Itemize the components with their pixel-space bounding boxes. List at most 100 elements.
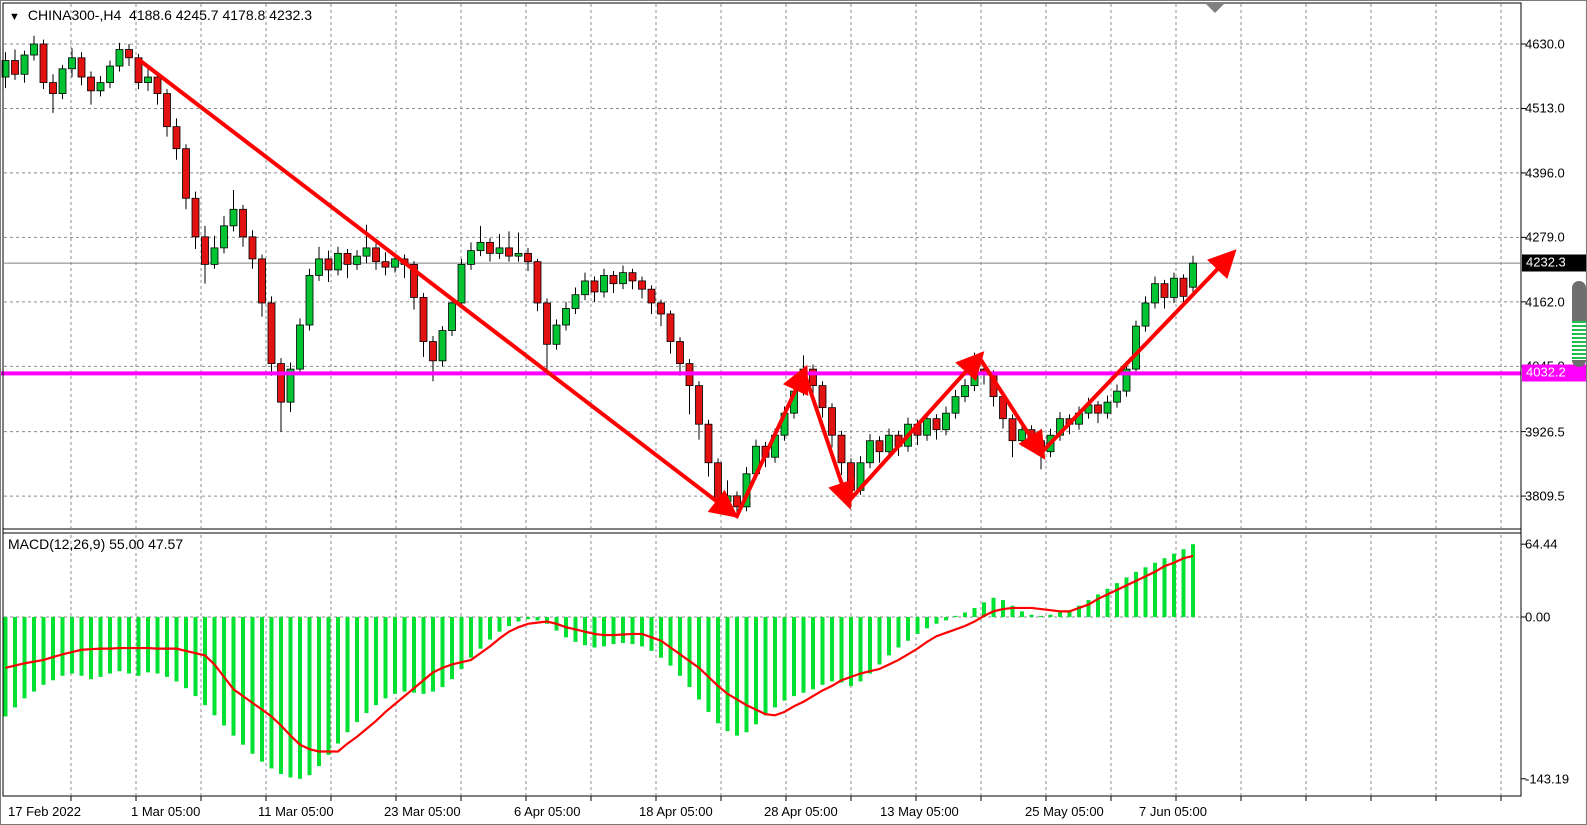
candle [306, 275, 313, 325]
candle [382, 262, 389, 268]
macd-bar [108, 617, 112, 674]
candle [667, 314, 674, 342]
candle [202, 237, 209, 265]
symbol-dropdown-icon[interactable]: ▼ [9, 11, 20, 23]
macd-bar [279, 617, 283, 774]
macd-bar [963, 612, 967, 617]
time-axis-label: 28 Apr 05:00 [764, 803, 838, 820]
price-axis-label: 3926.5 [1525, 423, 1565, 440]
macd-bar [99, 617, 103, 677]
macd-bar [222, 617, 226, 725]
candle [145, 77, 152, 83]
horizontal-line-object[interactable] [1, 371, 1521, 375]
macd-bar [536, 617, 540, 620]
macd-bar [346, 617, 350, 732]
macd-bar [203, 617, 207, 705]
macd-bar [925, 617, 929, 628]
macd-bar [127, 617, 131, 674]
hline-price-badge: 4032.2 [1522, 365, 1587, 382]
scroll-to-end-marker[interactable] [1206, 4, 1224, 13]
macd-bar [80, 617, 84, 676]
macd-bar [1134, 572, 1138, 617]
macd-bar [403, 617, 407, 692]
macd-bar [954, 616, 958, 617]
time-axis-label: 17 Feb 2022 [8, 803, 81, 820]
chart-window: ▼CHINA300-,H4 4188.6 4245.7 4178.8 4232.… [0, 0, 1587, 825]
time-axis-label: 13 May 05:00 [880, 803, 959, 820]
candle [211, 248, 218, 265]
candle [848, 463, 855, 491]
macd-bar [241, 617, 245, 745]
candle [439, 331, 446, 361]
candle [838, 435, 845, 463]
candle [325, 259, 332, 270]
candle [107, 66, 114, 83]
candle [50, 83, 57, 94]
current-price-badge: 4232.3 [1522, 255, 1587, 272]
macd-bar [1191, 544, 1195, 617]
candle [88, 77, 95, 91]
candle [952, 397, 959, 414]
macd-bar [678, 617, 682, 676]
macd-bar [42, 617, 46, 685]
candle [724, 496, 731, 502]
macd-bar [897, 617, 901, 648]
macd-bar [726, 617, 730, 731]
candle [126, 50, 133, 58]
macd-indicator-label: MACD(12,26,9) 55.00 47.57 [8, 536, 183, 552]
macd-bar [868, 617, 872, 674]
macd-bar [156, 617, 160, 674]
candle [430, 342, 437, 361]
scrollbar-thumb[interactable] [1572, 281, 1586, 321]
candle [230, 209, 237, 226]
candle [563, 308, 570, 325]
macd-bar [260, 617, 264, 762]
candle [1019, 430, 1026, 441]
macd-bar [13, 617, 17, 707]
macd-bar [631, 617, 635, 644]
price-axis-label: 4630.0 [1525, 36, 1565, 53]
candle [515, 253, 522, 256]
trend-arrows-layer[interactable] [138, 59, 1231, 518]
candle [458, 264, 465, 303]
main-chart-canvas[interactable] [1, 1, 1587, 825]
scrollbar-stripes [1572, 321, 1586, 360]
macd-bar [488, 617, 492, 640]
macd-bar [669, 617, 673, 666]
candle [553, 325, 560, 344]
candle [591, 281, 598, 292]
macd-bar [289, 617, 293, 777]
candle [933, 419, 940, 430]
candle [734, 496, 741, 507]
macd-bar [1049, 615, 1053, 617]
time-axis-label: 23 Mar 05:00 [384, 803, 461, 820]
vertical-scrollbar-widget[interactable] [1572, 281, 1586, 367]
candle [12, 61, 19, 75]
macd-bar [1039, 616, 1043, 617]
macd-bar [184, 617, 188, 688]
macd-bar [593, 617, 597, 648]
candle [610, 275, 617, 283]
candle [876, 441, 883, 452]
candle [696, 386, 703, 425]
candle [819, 386, 826, 408]
macd-bar [1020, 611, 1024, 617]
candle [924, 419, 931, 436]
macd-bar [317, 617, 321, 766]
candle [487, 242, 494, 253]
macd-bar [412, 617, 416, 693]
macd-bar [621, 617, 625, 643]
macd-bar [270, 617, 274, 768]
price-axis-label: 4162.0 [1525, 293, 1565, 310]
candle [525, 253, 532, 261]
candle [59, 69, 66, 94]
candle [1009, 419, 1016, 441]
candle [335, 253, 342, 270]
macd-bar [61, 617, 65, 676]
macd-bar [308, 617, 312, 775]
macd-bar [659, 617, 663, 658]
trend-arrow [1041, 255, 1231, 453]
macd-bar [393, 617, 397, 694]
candle [639, 281, 646, 289]
candle [1190, 263, 1197, 287]
